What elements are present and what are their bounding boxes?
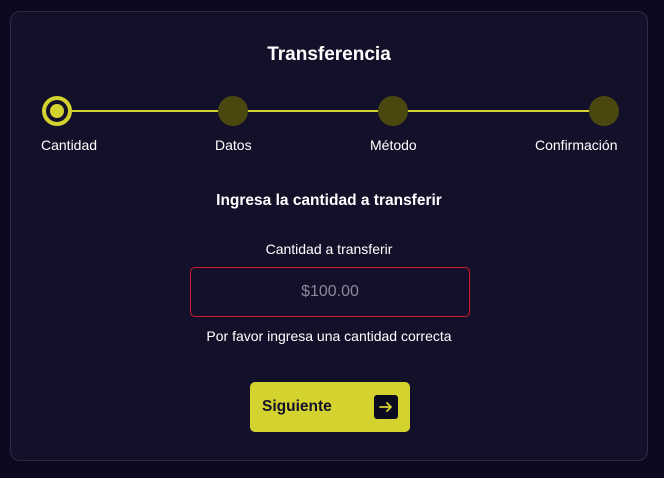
step-label-datos: Datos <box>215 137 252 153</box>
step-indicator-metodo <box>378 96 408 126</box>
error-message: Por favor ingresa una cantidad correcta <box>206 328 452 344</box>
transfer-card: Transferencia Cantidad Datos Método Conf… <box>10 11 648 461</box>
stepper-line <box>58 110 616 112</box>
step-indicator-datos <box>218 96 248 126</box>
amount-label: Cantidad a transferir <box>265 241 393 257</box>
page-title: Transferencia <box>267 44 391 65</box>
form-heading: Ingresa la cantidad a transferir <box>216 192 442 209</box>
step-label-confirmacion: Confirmación <box>535 137 618 153</box>
arrow-right-icon-graphic <box>379 402 392 412</box>
next-button-label: Siguiente <box>262 398 332 415</box>
step-indicator-cantidad <box>42 96 72 126</box>
step-label-cantidad: Cantidad <box>41 137 98 153</box>
amount-input[interactable] <box>190 267 470 317</box>
step-indicator-cantidad-inner <box>50 104 64 118</box>
next-button[interactable]: Siguiente <box>250 382 410 432</box>
step-indicator-confirmacion <box>589 96 619 126</box>
arrow-right-icon <box>374 395 398 419</box>
step-label-metodo: Método <box>370 137 417 153</box>
